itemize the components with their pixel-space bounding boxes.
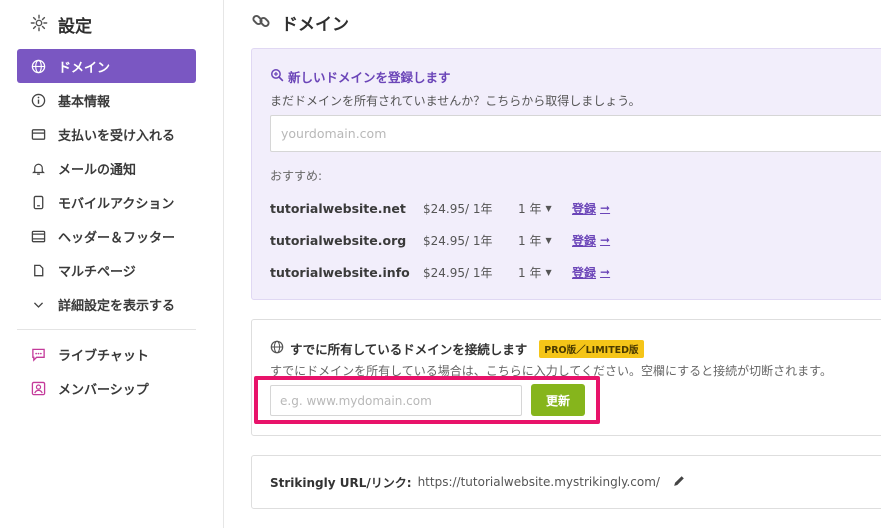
- sidebar-item-live-chat[interactable]: ライブチャット: [17, 337, 196, 371]
- sidebar-nav: ドメイン 基本情報 支払いを受け入れる メールの通知 モバイルアクション ヘッダ…: [17, 49, 196, 321]
- highlight-box: [254, 376, 600, 424]
- search-plus-icon: [270, 68, 284, 85]
- register-link[interactable]: 登録 ➞: [572, 232, 610, 249]
- recommended-label: おすすめ:: [270, 169, 323, 183]
- sidebar-item-header-footer[interactable]: ヘッダー＆フッター: [17, 219, 196, 253]
- connect-heading: すでに所有しているドメインを接続します PRO版／LIMITED版: [270, 339, 644, 358]
- sidebar-item-label: モバイルアクション: [58, 196, 175, 212]
- sidebar-item-label: 支払いを受け入れる: [58, 128, 176, 144]
- gear-icon: [30, 14, 48, 36]
- sidebar-item-label: 基本情報: [58, 94, 111, 110]
- register-link[interactable]: 登録 ➞: [572, 264, 610, 281]
- chevron-down-icon: [31, 297, 46, 312]
- globe-icon: [31, 59, 46, 74]
- suggestion-domain: tutorialwebsite.net: [270, 200, 406, 216]
- arrow-right-icon: ➞: [600, 201, 611, 215]
- years-dropdown-value: 1 年: [518, 265, 542, 280]
- sidebar-item-label: マルチページ: [58, 264, 136, 280]
- sidebar-item-domain[interactable]: ドメイン: [17, 49, 196, 83]
- url-value: https://tutorialwebsite.mystrikingly.com…: [417, 475, 660, 489]
- info-icon: [31, 93, 46, 108]
- years-dropdown[interactable]: 1 年 ▼: [518, 200, 572, 217]
- connect-heading-text: すでに所有しているドメインを接続します: [290, 342, 528, 357]
- suggestion-row: tutorialwebsite.info $24.95/ 1年 1 年 ▼ 登録 ➞: [270, 262, 670, 282]
- suggestion-domain: tutorialwebsite.org: [270, 232, 407, 248]
- domain-search-input[interactable]: [270, 115, 881, 152]
- chat-icon: [31, 347, 46, 362]
- register-heading: 新しいドメインを登録します: [270, 67, 451, 86]
- pages-icon: [31, 263, 46, 278]
- sidebar-item-mobile-actions[interactable]: モバイルアクション: [17, 185, 196, 219]
- sidebar-title-text: 設定: [58, 17, 92, 37]
- sidebar-item-show-advanced[interactable]: 詳細設定を表示する: [17, 287, 196, 321]
- register-link-label: 登録: [572, 265, 597, 280]
- sidebar-item-label: 詳細設定を表示する: [58, 298, 176, 314]
- suggestion-domain: tutorialwebsite.info: [270, 264, 410, 280]
- register-link[interactable]: 登録 ➞: [572, 200, 610, 217]
- sidebar-item-email-notify[interactable]: メールの通知: [17, 151, 196, 185]
- suggestion-price: $24.95/ 1年: [423, 201, 493, 216]
- suggestion-row: tutorialwebsite.net $24.95/ 1年 1 年 ▼ 登録 ➞: [270, 198, 670, 218]
- arrow-right-icon: ➞: [600, 233, 611, 247]
- member-icon: [31, 381, 46, 396]
- sidebar-nav-apps: ライブチャット メンバーシップ: [17, 337, 196, 405]
- sidebar-item-membership[interactable]: メンバーシップ: [17, 371, 196, 405]
- years-dropdown-value: 1 年: [518, 233, 542, 248]
- strikingly-url-card: Strikingly URL/リンク: https://tutorialwebs…: [251, 455, 881, 509]
- years-dropdown[interactable]: 1 年 ▼: [518, 264, 572, 281]
- sidebar: 設定 ドメイン 基本情報 支払いを受け入れる メールの通知 モバイルアクション …: [0, 0, 224, 528]
- register-subtitle: まだドメインを所有されていませんか？こちらから取得しましょう。: [270, 94, 641, 108]
- bell-icon: [31, 161, 46, 176]
- suggestion-price: $24.95/ 1年: [423, 265, 493, 280]
- sidebar-item-label: ライブチャット: [58, 348, 149, 364]
- register-link-label: 登録: [572, 201, 597, 216]
- suggestion-price: $24.95/ 1年: [423, 233, 493, 248]
- page-title: ドメイン: [251, 10, 349, 35]
- sidebar-item-basic-info[interactable]: 基本情報: [17, 83, 196, 117]
- caret-down-icon: ▼: [545, 203, 552, 213]
- suggestion-row: tutorialwebsite.org $24.95/ 1年 1 年 ▼ 登録 ➞: [270, 230, 670, 250]
- sidebar-item-label: ドメイン: [58, 60, 111, 76]
- globe-icon: [270, 340, 284, 357]
- payment-icon: [31, 127, 46, 142]
- page-title-text: ドメイン: [281, 15, 349, 35]
- sidebar-title: 設定: [30, 12, 92, 37]
- plan-badge: PRO版／LIMITED版: [539, 339, 644, 358]
- caret-down-icon: ▼: [545, 235, 552, 245]
- sidebar-divider: [17, 329, 196, 330]
- caret-down-icon: ▼: [545, 267, 552, 277]
- pencil-icon[interactable]: [672, 474, 686, 491]
- mobile-icon: [31, 195, 46, 210]
- register-link-label: 登録: [572, 233, 597, 248]
- years-dropdown-value: 1 年: [518, 201, 542, 216]
- arrow-right-icon: ➞: [600, 265, 611, 279]
- sidebar-item-payments[interactable]: 支払いを受け入れる: [17, 117, 196, 151]
- register-domain-card: 新しいドメインを登録します まだドメインを所有されていませんか？こちらから取得し…: [251, 48, 881, 300]
- sidebar-item-label: メールの通知: [58, 162, 137, 178]
- link-icon: [251, 11, 271, 35]
- sidebar-item-label: ヘッダー＆フッター: [58, 230, 176, 246]
- url-label: Strikingly URL/リンク:: [270, 475, 412, 490]
- register-heading-text: 新しいドメインを登録します: [288, 70, 451, 85]
- header-footer-icon: [31, 229, 46, 244]
- sidebar-item-multipage[interactable]: マルチページ: [17, 253, 196, 287]
- sidebar-item-label: メンバーシップ: [58, 382, 149, 398]
- years-dropdown[interactable]: 1 年 ▼: [518, 232, 572, 249]
